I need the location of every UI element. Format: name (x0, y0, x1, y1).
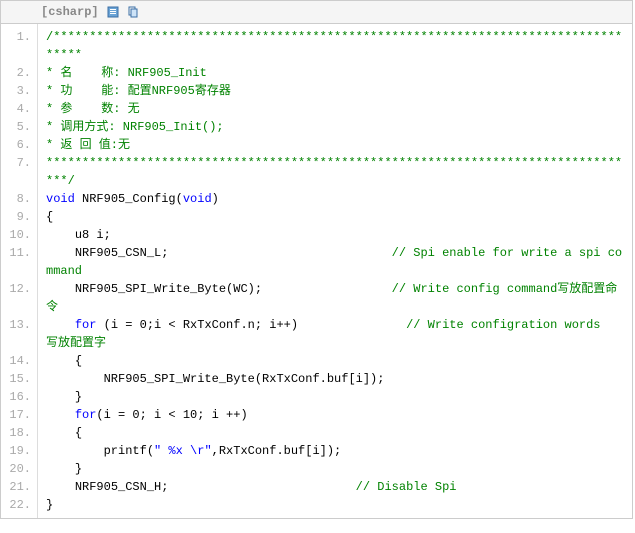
language-label: [csharp] (41, 5, 99, 19)
code-text: ,RxTxConf.buf[i]); (212, 444, 356, 458)
code-text: NRF905_SPI_Write_Byte(WC); (46, 282, 392, 296)
line-number: 17. (5, 406, 31, 424)
code-text: } (46, 462, 96, 476)
view-plain-icon[interactable] (107, 6, 119, 18)
code-text: NRF905_CSN_H; (46, 480, 356, 494)
line-number-gutter: 1. 2. 3. 4. 5. 6. 7. 8. 9. 10. 11. 12. 1… (1, 24, 38, 518)
code-text (46, 408, 75, 422)
line-number: 5. (5, 118, 31, 136)
line-number: 10. (5, 226, 31, 244)
code-text: ****************************************… (46, 156, 622, 188)
line-number: 19. (5, 442, 31, 460)
code-text: * 名 称: NRF905_Init (46, 66, 207, 80)
code-snippet-block: [csharp] 1. 2. 3. 4. 5. 6. 7. 8. 9. 10. … (0, 0, 633, 519)
code-text: * 调用方式: NRF905_Init(); (46, 120, 224, 134)
code-text: // Disable Spi (356, 480, 471, 494)
line-number: 2. (5, 64, 31, 82)
code-text: (i = 0;i < RxTxConf.n; i++) (96, 318, 406, 332)
line-number: 9. (5, 208, 31, 226)
code-text: void (183, 192, 212, 206)
code-text: /***************************************… (46, 30, 622, 62)
line-number: 4. (5, 100, 31, 118)
code-text: NRF905_SPI_Write_Byte(RxTxConf.buf[i]); (46, 372, 399, 386)
code-content[interactable]: /***************************************… (38, 24, 632, 518)
line-number: 1. (5, 28, 31, 64)
code-text: * 参 数: 无 (46, 102, 140, 116)
code-text: * 功 能: 配置NRF905寄存器 (46, 84, 231, 98)
code-text: } (46, 390, 96, 404)
line-number: 6. (5, 136, 31, 154)
code-text: printf( (46, 444, 154, 458)
line-number: 21. (5, 478, 31, 496)
code-body: 1. 2. 3. 4. 5. 6. 7. 8. 9. 10. 11. 12. 1… (1, 24, 632, 518)
line-number: 20. (5, 460, 31, 478)
line-number: 22. (5, 496, 31, 514)
code-text: u8 i; (46, 228, 125, 242)
line-number: 11. (5, 244, 31, 280)
line-number: 18. (5, 424, 31, 442)
line-number: 15. (5, 370, 31, 388)
line-number: 14. (5, 352, 31, 370)
line-number: 8. (5, 190, 31, 208)
code-text: NRF905_Config( (75, 192, 183, 206)
code-text: { (46, 426, 96, 440)
code-text: * 返 回 值:无 (46, 138, 130, 152)
line-number: 16. (5, 388, 31, 406)
code-text: { (46, 354, 96, 368)
line-number: 3. (5, 82, 31, 100)
code-text: " %x \r" (154, 444, 212, 458)
code-text: for (75, 318, 97, 332)
line-number: 7. (5, 154, 31, 190)
code-text: } (46, 498, 68, 512)
line-number: 13. (5, 316, 31, 352)
code-text: ) (212, 192, 234, 206)
code-text: NRF905_CSN_L; (46, 246, 392, 260)
code-text: for (75, 408, 97, 422)
copy-icon[interactable] (127, 6, 139, 18)
code-text: (i = 0; i < 10; i ++) (96, 408, 262, 422)
code-text: { (46, 210, 68, 224)
code-header: [csharp] (1, 1, 632, 24)
line-number: 12. (5, 280, 31, 316)
code-text: void (46, 192, 75, 206)
code-text (46, 318, 75, 332)
